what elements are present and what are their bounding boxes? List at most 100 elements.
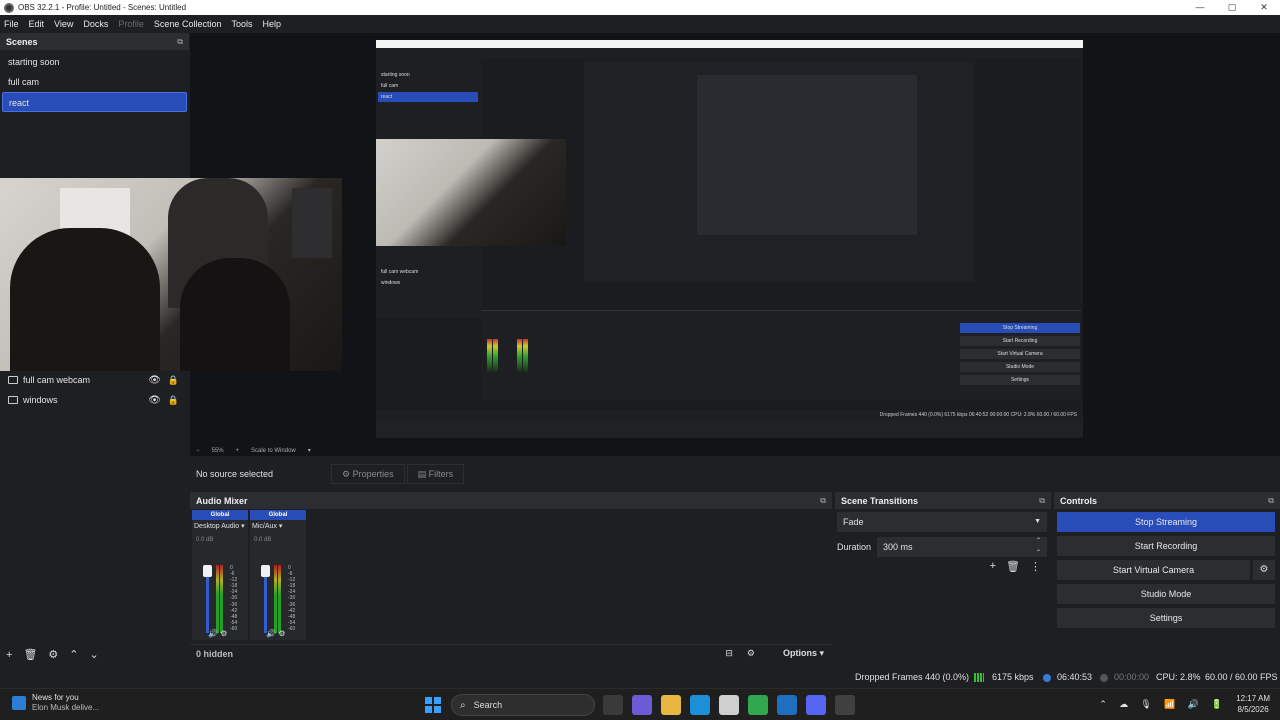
scene-item-full-cam[interactable]: full cam [2,72,187,92]
preview-canvas[interactable]: starting soon full cam react full cam we… [376,40,1083,438]
speaker-icon[interactable]: 🔊 [266,629,276,638]
windows-start-icon[interactable] [425,697,441,713]
news-icon [12,696,26,710]
undock-icon[interactable]: ⧉ [1268,496,1274,506]
add-icon[interactable]: + [990,560,996,573]
maximize-button[interactable]: ▢ [1216,0,1248,15]
undock-icon[interactable]: ⧉ [1039,496,1045,506]
chevron-down-icon[interactable]: ⌄ [90,648,99,661]
discord-icon[interactable] [806,695,826,715]
zoom-out-icon[interactable]: − [196,448,200,454]
obs-icon[interactable] [835,695,855,715]
scale-mode-select[interactable]: Scale to Window [251,448,296,454]
transition-select[interactable]: Fade ▼ [837,512,1047,532]
app-icon[interactable] [777,695,797,715]
start-recording-button[interactable]: Start Recording [1057,536,1275,556]
more-options-icon[interactable]: ⋮ [1030,560,1041,573]
source-item-windows[interactable]: windows 👁 🔒 [0,390,189,410]
edge-icon[interactable] [690,695,710,715]
minimize-button[interactable]: — [1184,0,1216,15]
visibility-eye-icon[interactable]: 👁 [148,375,161,386]
menu-docks[interactable]: Docks [83,19,108,29]
gear-icon[interactable]: ⚙ [220,629,227,638]
nested-stop-streaming: Stop Streaming [960,323,1080,333]
menu-tools[interactable]: Tools [231,19,252,29]
news-widget[interactable]: News for you Elon Musk delive... [12,693,99,713]
chrome-icon[interactable] [748,695,768,715]
system-tray: ⌃ ☁ 🎙 📶 🔊 🔋 12:17 AM 8/5/2026 [1089,693,1270,715]
cloud-icon[interactable]: ☁ [1119,699,1128,709]
settings-button[interactable]: Settings [1057,608,1275,628]
scene-transitions-title: Scene Transitions [841,495,919,506]
menu-view[interactable]: View [54,19,73,29]
nested-source-windows: windows [381,280,401,286]
global-badge[interactable]: Global [192,510,248,520]
zoom-in-icon[interactable]: + [236,448,240,454]
duration-spinbox[interactable]: 300 ms ⌃ ⌄ [877,537,1047,557]
channel-db: 0.0 dB [254,537,272,543]
scene-item-react[interactable]: react [2,92,187,112]
channel-name[interactable]: Desktop Audio ▾ [192,520,248,534]
menu-file[interactable]: File [4,19,19,29]
lock-icon[interactable]: 🔒 [168,395,179,406]
copilot-icon[interactable] [632,695,652,715]
spin-arrows-icon[interactable]: ⌃ ⌄ [1036,537,1041,555]
task-view-icon[interactable] [603,695,623,715]
volume-slider-handle[interactable] [261,565,270,577]
nested-menubar [376,48,1083,58]
mic-icon[interactable]: 🎙 [1140,699,1151,709]
layout-icon[interactable]: ⊟ [725,648,733,659]
trash-icon[interactable]: 🗑 [1006,560,1020,573]
source-item-full-cam-webcam[interactable]: full cam webcam 👁 🔒 [0,370,189,390]
no-source-label: No source selected [196,469,274,479]
clock[interactable]: 12:17 AM 8/5/2026 [1236,693,1270,715]
chevron-up-icon[interactable]: ⌃ [69,648,78,661]
nested-studio-mode: Studio Mode [960,362,1080,372]
add-icon[interactable]: + [6,649,12,661]
menu-help[interactable]: Help [262,19,281,29]
chevron-up-icon[interactable]: ⌃ [1099,699,1107,709]
options-button[interactable]: Options ▾ [769,648,824,659]
studio-mode-button[interactable]: Studio Mode [1057,584,1275,604]
volume-slider-handle[interactable] [203,565,212,577]
store-icon[interactable] [719,695,739,715]
stop-streaming-button[interactable]: Stop Streaming [1057,512,1275,532]
global-badge[interactable]: Global [250,510,306,520]
wifi-icon[interactable]: 📶 [1164,699,1175,709]
volume-icon[interactable]: 🔊 [1188,699,1199,709]
undock-icon[interactable]: ⧉ [820,496,826,506]
channel-name[interactable]: Mic/Aux ▾ [250,520,306,534]
nested-start-recording: Start Recording [960,336,1080,346]
scene-item-starting-soon[interactable]: starting soon [2,52,187,72]
menu-edit[interactable]: Edit [29,19,45,29]
nested-scene-starting-soon: starting soon [381,72,410,78]
audio-mixer-title: Audio Mixer [196,495,248,506]
filters-button[interactable]: ▤ Filters [406,464,465,484]
virtual-camera-settings-gear-icon[interactable]: ⚙ [1253,560,1275,580]
zoom-level: 55% [211,447,224,454]
meter-scale: 0 -6 -12 -18 -24 -30 -36 -42 -48 -54 -60 [230,565,238,632]
chevron-down-icon[interactable]: ▾ [308,447,311,454]
taskbar-search[interactable]: ⌕ Search [451,694,595,716]
hidden-count[interactable]: 0 hidden [196,649,233,659]
properties-button[interactable]: ⚙ Properties [331,464,405,484]
scene-transitions-dock: Scene Transitions ⧉ Fade ▼ Duration 300 … [835,492,1051,662]
speaker-icon[interactable]: 🔊 [208,629,218,638]
menu-scene-collection[interactable]: Scene Collection [154,19,222,29]
channel-db: 0.0 dB [196,537,214,543]
lock-icon[interactable]: 🔒 [168,375,179,386]
battery-icon[interactable]: 🔋 [1211,699,1222,709]
advanced-audio-icon[interactable]: ⚙ [747,648,755,659]
gear-icon[interactable]: ⚙ [48,648,58,661]
news-title: News for you [32,693,79,702]
gear-icon[interactable]: ⚙ [278,629,285,638]
record-status-icon [1100,672,1111,682]
news-text: News for you Elon Musk delive... [32,693,99,713]
undock-icon[interactable]: ⧉ [177,37,183,47]
close-button[interactable]: ✕ [1248,0,1280,15]
menu-profile[interactable]: Profile [118,19,144,29]
trash-icon[interactable]: 🗑 [23,648,37,661]
file-explorer-icon[interactable] [661,695,681,715]
start-virtual-camera-button[interactable]: Start Virtual Camera [1057,560,1250,580]
visibility-eye-icon[interactable]: 👁 [148,395,161,406]
